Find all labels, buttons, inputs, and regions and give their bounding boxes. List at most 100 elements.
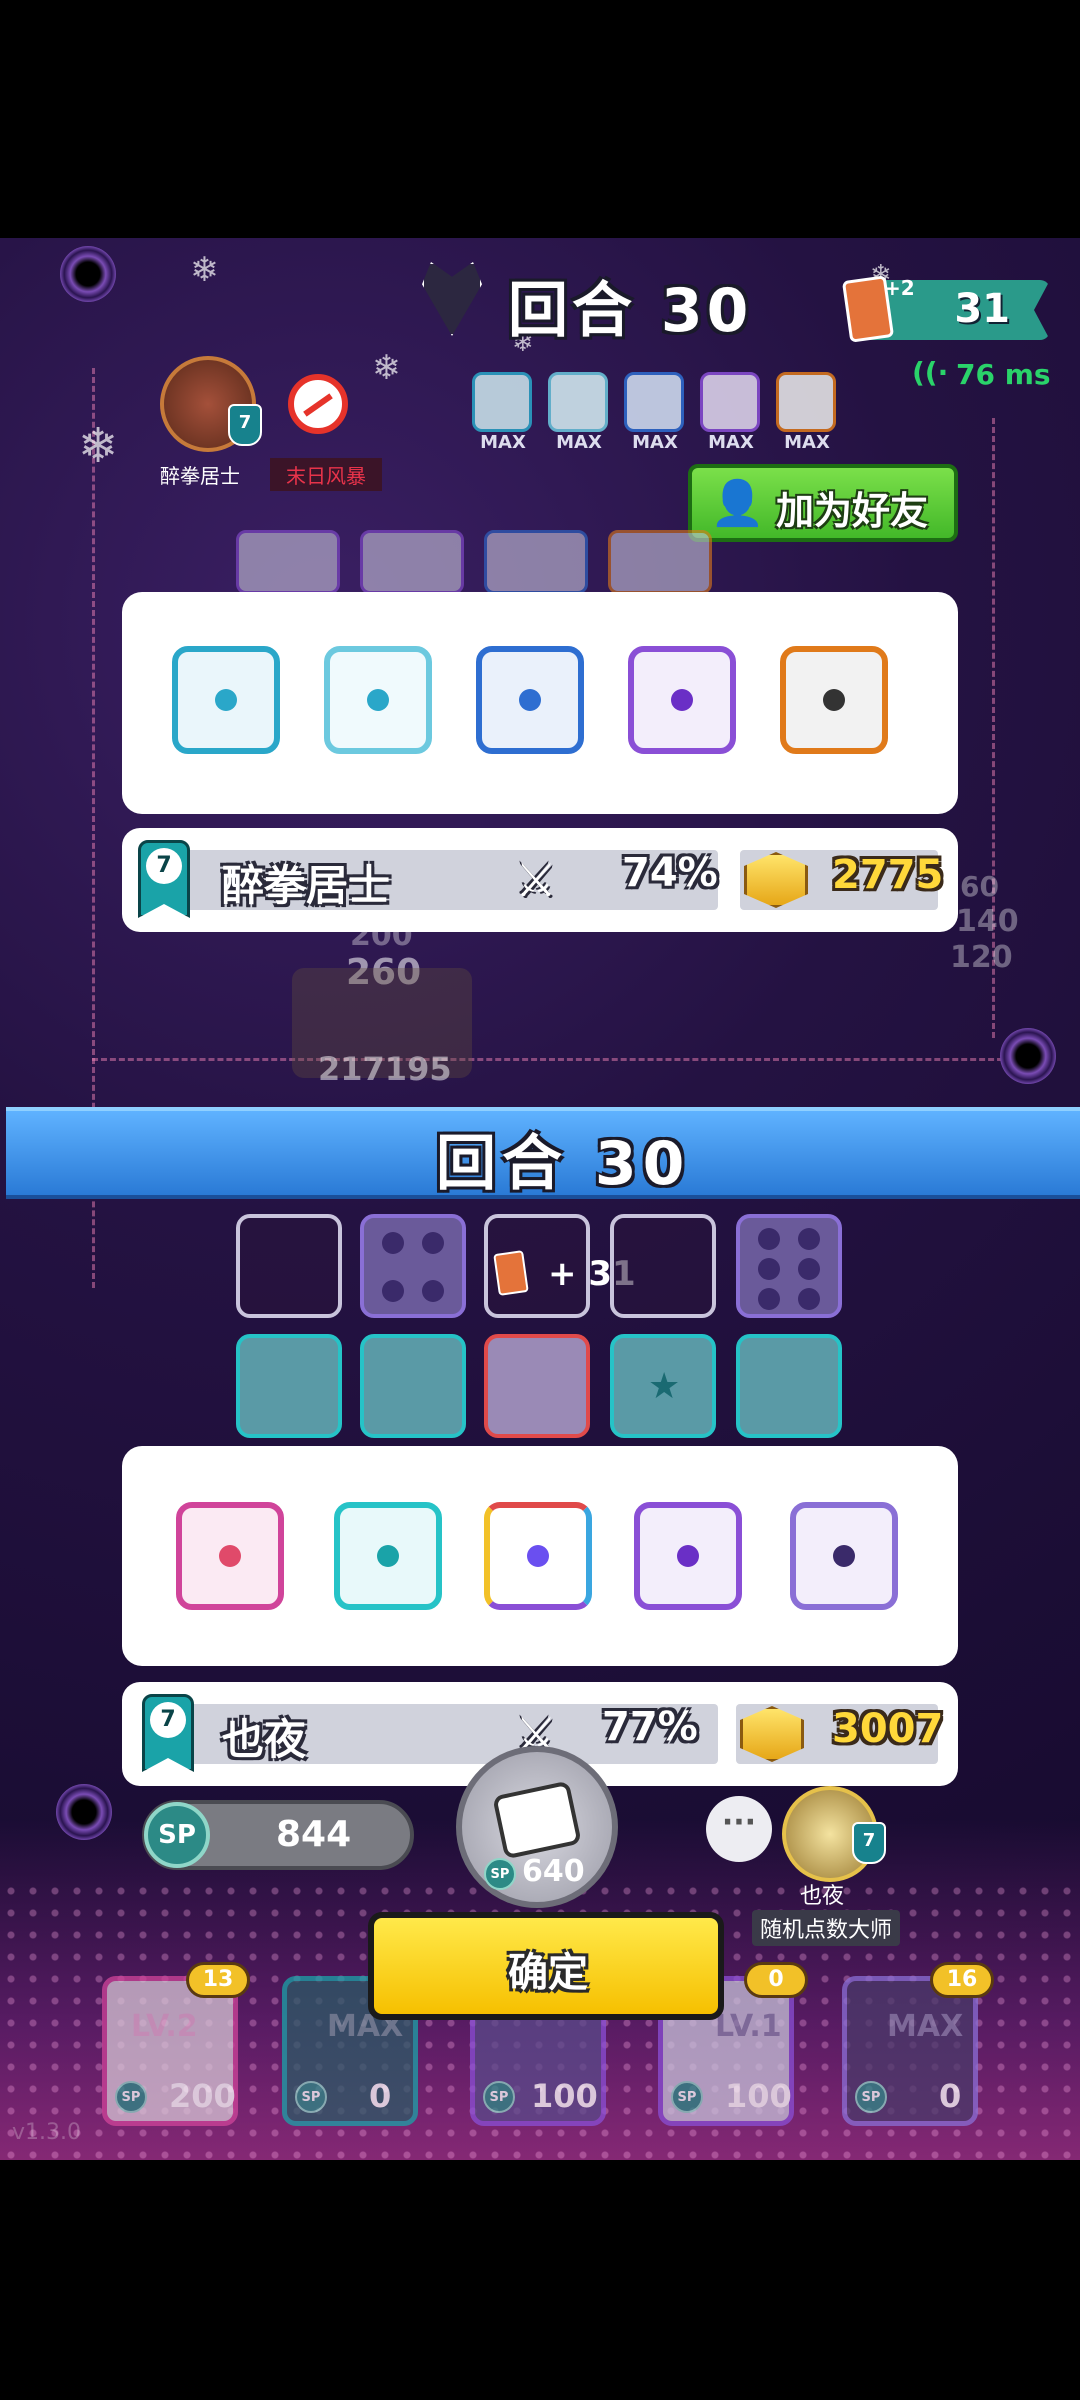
ghost-number: 200 <box>350 918 413 953</box>
slot-badge: 16 <box>930 1962 994 1998</box>
slot-cost: 100 <box>531 2077 598 2115</box>
slot-cost: 0 <box>369 2077 392 2115</box>
card-count: 31 <box>954 286 1010 332</box>
board-die-purple[interactable] <box>736 1214 842 1318</box>
slot-level: MAX <box>887 2009 964 2044</box>
letterbox-top <box>0 0 1080 238</box>
board-die-ghost <box>608 530 712 594</box>
board-die-rainbow[interactable] <box>484 1334 590 1438</box>
sp-coin-icon: SP <box>671 2081 703 2113</box>
player2-name: 也夜 <box>222 1715 307 1764</box>
opponent-name: 醉拳居士 <box>160 464 240 488</box>
die-ice-crystal <box>324 646 432 754</box>
round-title: 回合 30 <box>508 276 753 346</box>
board-slot-reward[interactable]: + 31 <box>484 1214 636 1318</box>
summon-dice-button[interactable]: SP 640 <box>456 1746 618 1908</box>
die-purple-orb <box>634 1502 742 1610</box>
self-title: 随机点数大师 <box>752 1910 901 1946</box>
snowflake-icon: ❄ <box>78 418 119 474</box>
sp-coin-icon: SP <box>115 2081 147 2113</box>
player1-score: 2775 <box>832 852 944 898</box>
confirm-button[interactable]: 确定 <box>368 1912 724 2020</box>
slot-badge: 0 <box>744 1962 808 1998</box>
sp-coin-icon: SP <box>295 2081 327 2113</box>
board-die-teal-star[interactable]: ★ <box>610 1334 716 1438</box>
player1-level: 7 <box>146 848 182 884</box>
opponent-deck-die-orb <box>700 372 760 432</box>
deck-level-label: MAX <box>784 432 830 453</box>
player2-score: 3007 <box>832 1706 944 1752</box>
self-name: 也夜 <box>800 1884 845 1909</box>
player1-info-bar: 7 醉拳居士 ⚔ 74% 2775 <box>122 828 958 932</box>
board-border-mid <box>92 1058 1012 1061</box>
board-die-teal[interactable] <box>236 1334 342 1438</box>
player1-name: 醉拳居士 <box>222 861 391 910</box>
board-die-ghost <box>360 530 464 594</box>
rank-ribbon-icon: 7 <box>142 1694 194 1772</box>
ghost-number: 120 <box>950 940 1013 975</box>
board-die-purple[interactable] <box>360 1214 466 1318</box>
self-level-badge: 7 <box>852 1822 886 1864</box>
deck-level-label: MAX <box>480 432 526 453</box>
round-banner: 回合 30 <box>6 1107 1080 1199</box>
board-die-teal[interactable] <box>736 1334 842 1438</box>
sp-coin-icon: SP <box>144 1802 210 1868</box>
deck-level-label: MAX <box>632 432 678 453</box>
die-gun <box>780 646 888 754</box>
letterbox-bottom <box>0 2160 1080 2400</box>
player1-win-rate: 74% <box>622 850 718 896</box>
opponent-deck-die-snow <box>624 372 684 432</box>
die-rainbow <box>484 1502 592 1610</box>
board-slot-empty[interactable] <box>236 1214 342 1318</box>
opponent-level-badge: 7 <box>228 404 262 446</box>
board-die-ghost <box>236 530 340 594</box>
die-teal-dot <box>334 1502 442 1610</box>
crossed-swords-icon: ⚔ <box>515 853 557 907</box>
add-friend-label: 加为好友 <box>776 489 929 533</box>
die-purple-orb <box>628 646 736 754</box>
snowflake-icon: ❄ <box>372 348 401 388</box>
wifi-icon: ((· <box>912 356 949 389</box>
upgrade-slot-1[interactable]: LV.2 SP 200 <box>102 1976 238 2126</box>
summon-cost: 640 <box>522 1854 585 1889</box>
confirm-label: 确定 <box>508 1950 588 1996</box>
sp-coin-icon: SP <box>484 1858 516 1890</box>
round-banner-text: 回合 30 <box>436 1129 691 1199</box>
sp-coin-icon: SP <box>483 2081 515 2113</box>
ghost-number: 60 <box>960 870 999 903</box>
slot-cost: 100 <box>725 2077 792 2115</box>
board-slot-empty[interactable] <box>610 1214 716 1318</box>
ghost-number: 217195 <box>318 1050 452 1088</box>
board-die-teal[interactable] <box>360 1334 466 1438</box>
add-friend-button[interactable]: 👤 加为好友 <box>688 464 958 542</box>
dice-icon <box>492 1780 582 1860</box>
snowflake-icon: ❄ <box>190 250 219 290</box>
player2-level: 7 <box>150 1702 186 1738</box>
deck-level-label: MAX <box>556 432 602 453</box>
board-die-ghost <box>484 530 588 594</box>
player2-win-rate: 77% <box>602 1704 698 1750</box>
opponent-deck-die-ice <box>548 372 608 432</box>
slot-level: LV.1 <box>715 2009 782 2044</box>
star-icon: ★ <box>648 1366 681 1407</box>
more-button[interactable]: ··· <box>706 1796 772 1862</box>
portal-icon <box>60 246 116 302</box>
portal-icon <box>1000 1028 1056 1084</box>
card-icon <box>493 1250 529 1296</box>
deck-level-label: MAX <box>708 432 754 453</box>
upgrade-slot-5[interactable]: MAX SP 0 <box>842 1976 978 2126</box>
die-purple-crack <box>790 1502 898 1610</box>
sp-value: 844 <box>276 1814 352 1855</box>
add-user-icon: 👤 <box>710 478 765 529</box>
player1-deck-panel <box>122 592 958 814</box>
slot-badge: 13 <box>186 1962 250 1998</box>
die-sword <box>176 1502 284 1610</box>
version-text: v1.3.0 <box>12 2120 81 2145</box>
portal-icon <box>56 1784 112 1840</box>
die-wind <box>172 646 280 754</box>
opponent-deck-die-wind <box>472 372 532 432</box>
opponent-deck-die-gun <box>776 372 836 432</box>
player2-deck-panel <box>122 1446 958 1666</box>
debuff-label: 末日风暴 <box>270 458 382 491</box>
slot-level: LV.2 <box>131 2009 198 2044</box>
